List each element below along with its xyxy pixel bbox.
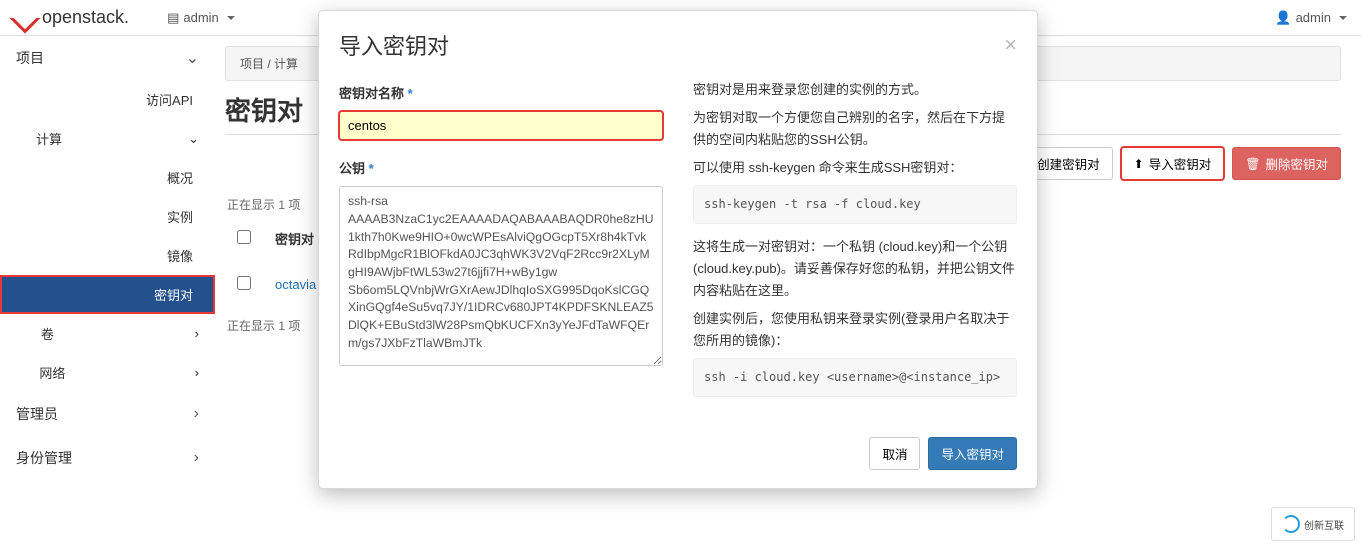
code-sshlogin: ssh -i cloud.key <username>@<instance_ip… — [693, 358, 1017, 396]
chevron-down-icon: ⌄ — [188, 131, 199, 147]
row-checkbox[interactable] — [237, 276, 251, 290]
modal-header: 导入密钥对 × — [319, 11, 1037, 75]
sidebar-label: 镜像 — [167, 246, 193, 265]
help-text: 创建实例后，您使用私钥来登录实例(登录用户名取决于您所用的镜像)： — [693, 308, 1017, 352]
btn-label: 导入密钥对 — [1149, 154, 1212, 173]
chevron-right-icon: › — [195, 326, 199, 341]
badge-text: 创新互联 — [1304, 517, 1344, 532]
sidebar-panel-volumes[interactable]: 卷 › — [0, 314, 215, 353]
swirl-icon — [1282, 515, 1300, 533]
required-star-icon: * — [408, 86, 413, 101]
sidebar-label: 概况 — [167, 168, 193, 187]
btn-label: 删除密钥对 — [1265, 154, 1328, 173]
breadcrumb-a[interactable]: 项目 — [240, 57, 264, 71]
select-all-checkbox[interactable] — [237, 230, 251, 244]
code-sshkeygen: ssh-keygen -t rsa -f cloud.key — [693, 185, 1017, 223]
import-keypair-modal: 导入密钥对 × 密钥对名称 * 公钥 * 密钥对是用来登录您创建的实例的方式。 … — [318, 10, 1038, 489]
sidebar-panel-compute[interactable]: 计算 ⌄ — [0, 119, 215, 158]
label-text: 公钥 — [339, 161, 365, 176]
import-keypair-button[interactable]: ⬆ 导入密钥对 — [1121, 147, 1225, 180]
sidebar: 项目 ⌄ 访问API 计算 ⌄ 概况 实例 镜像 密钥对 卷 › 网络 › — [0, 36, 215, 547]
public-key-textarea[interactable] — [339, 186, 663, 366]
sidebar-label: 管理员 — [16, 404, 58, 424]
brand-text: openstack. — [42, 7, 129, 28]
help-text: 为密钥对取一个方便您自己辨别的名字，然后在下方提供的空间内粘贴您的SSH公钥。 — [693, 107, 1017, 151]
sidebar-label: 实例 — [167, 207, 193, 226]
watermark-badge: 创新互联 — [1271, 507, 1355, 541]
cancel-button[interactable]: 取消 — [869, 437, 920, 470]
sidebar-label: 身份管理 — [16, 448, 72, 468]
btn-label: 导入密钥对 — [941, 444, 1004, 463]
sidebar-panel-admin[interactable]: 管理员 › — [0, 392, 215, 436]
modal-form-col: 密钥对名称 * 公钥 * — [339, 79, 663, 409]
name-label: 密钥对名称 * — [339, 83, 663, 105]
help-text: 密钥对是用来登录您创建的实例的方式。 — [693, 79, 1017, 101]
chevron-right-icon: › — [194, 405, 199, 423]
sidebar-label: 网络 — [39, 363, 65, 382]
sidebar-item-instances[interactable]: 实例 — [0, 197, 215, 236]
project-label: admin — [183, 10, 218, 25]
trash-icon: 🗑 — [1245, 157, 1260, 171]
breadcrumb-sep: / — [267, 57, 270, 71]
upload-icon: ⬆ — [1134, 157, 1144, 171]
sidebar-label: 项目 — [16, 48, 44, 68]
project-selector[interactable]: ▤ admin — [159, 7, 243, 29]
sidebar-item-access-api[interactable]: 访问API — [0, 80, 215, 119]
sidebar-label: 访问API — [146, 90, 193, 109]
modal-help-col: 密钥对是用来登录您创建的实例的方式。 为密钥对取一个方便您自己辨别的名字，然后在… — [693, 79, 1017, 409]
help-text: 可以使用 ssh-keygen 命令来生成SSH密钥对： — [693, 157, 1017, 179]
required-star-icon: * — [369, 161, 374, 176]
sidebar-item-images[interactable]: 镜像 — [0, 236, 215, 275]
project-icon: ▤ — [167, 10, 179, 26]
user-icon: 👤 — [1275, 10, 1291, 26]
keypair-name-input[interactable] — [339, 111, 663, 140]
caret-down-icon — [227, 16, 235, 20]
chevron-right-icon: › — [195, 365, 199, 380]
sidebar-item-keypairs[interactable]: 密钥对 — [0, 275, 215, 314]
brand: openstack. — [14, 7, 129, 29]
sidebar-label: 卷 — [41, 324, 54, 343]
user-label: admin — [1296, 10, 1331, 25]
modal-footer: 取消 导入密钥对 — [319, 427, 1037, 488]
sidebar-panel-network[interactable]: 网络 › — [0, 353, 215, 392]
sidebar-panel-project[interactable]: 项目 ⌄ — [0, 36, 215, 80]
user-menu[interactable]: 👤 admin — [1275, 10, 1347, 26]
sidebar-item-overview[interactable]: 概况 — [0, 158, 215, 197]
submit-import-button[interactable]: 导入密钥对 — [928, 437, 1017, 470]
btn-label: 取消 — [882, 444, 907, 463]
sidebar-label: 密钥对 — [154, 285, 193, 304]
modal-title: 导入密钥对 — [339, 29, 1004, 61]
caret-down-icon — [1339, 16, 1347, 20]
pubkey-label: 公钥 * — [339, 158, 663, 180]
breadcrumb-b[interactable]: 计算 — [274, 57, 298, 71]
sidebar-label: 计算 — [36, 129, 62, 148]
btn-label: 创建密钥对 — [1037, 154, 1100, 173]
chevron-down-icon: ⌄ — [186, 48, 199, 68]
close-icon[interactable]: × — [1004, 32, 1017, 58]
openstack-logo-icon — [9, 2, 40, 33]
delete-keypair-button[interactable]: 🗑 删除密钥对 — [1232, 147, 1341, 180]
sidebar-panel-identity[interactable]: 身份管理 › — [0, 436, 215, 480]
help-text: 这将生成一对密钥对：一个私钥 (cloud.key)和一个公钥(cloud.ke… — [693, 236, 1017, 302]
label-text: 密钥对名称 — [339, 86, 404, 101]
chevron-right-icon: › — [194, 449, 199, 467]
